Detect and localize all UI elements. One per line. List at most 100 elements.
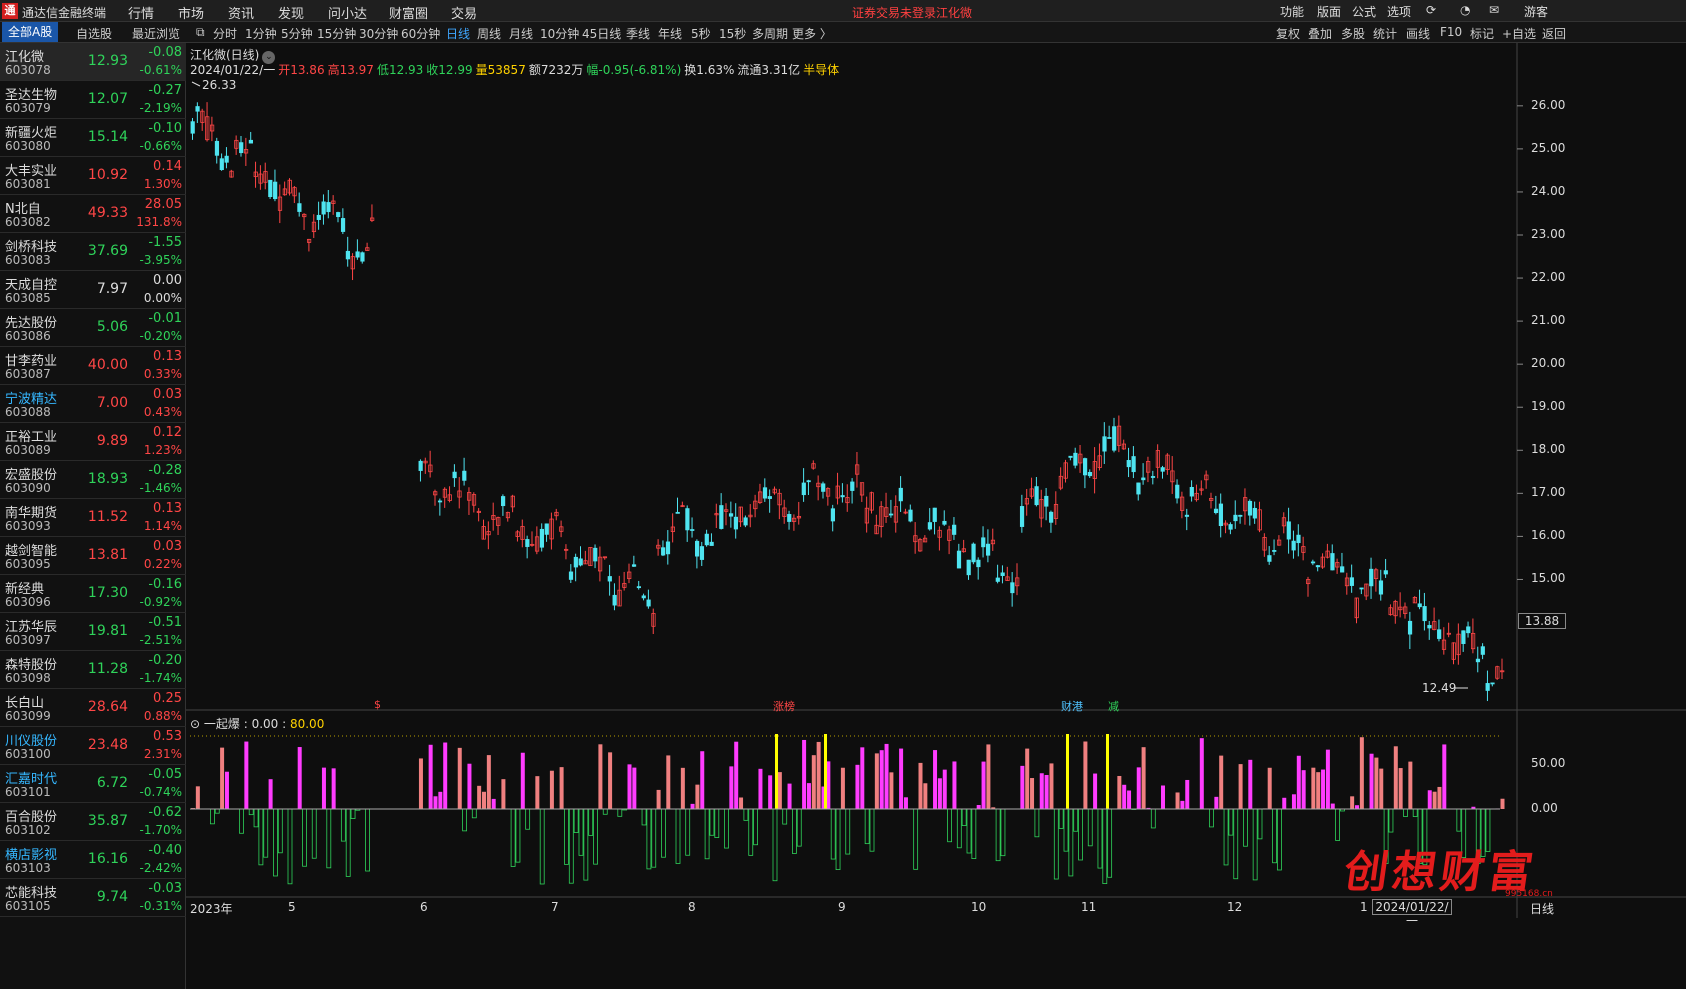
menu-market[interactable]: 行情 (128, 3, 154, 22)
tab-10min[interactable]: 10分钟 (540, 25, 579, 42)
event-flag[interactable]: 减 (1108, 698, 1119, 714)
stock-row[interactable]: 正裕工业 603089 9.89 0.12 1.23% (0, 423, 186, 461)
tab-5min[interactable]: 5分钟 (281, 25, 313, 42)
bottom-period-label[interactable]: 日线 (1530, 900, 1554, 917)
tab-yearly[interactable]: 年线 (658, 25, 682, 42)
indicator-positive-bar (806, 783, 811, 809)
stock-code: 603105 (5, 899, 51, 913)
tab-5sec[interactable]: 5秒 (691, 25, 711, 42)
tool-add-watchlist[interactable]: +自选 (1502, 25, 1536, 42)
tool-restore-rights[interactable]: 复权 (1276, 25, 1300, 42)
mail-icon[interactable]: ✉ (1489, 3, 1499, 17)
chart-settings-icon[interactable]: ⧉ (196, 25, 205, 40)
price-axis-label: 22.00 (1531, 270, 1566, 285)
stock-row[interactable]: 宁波精达 603088 7.00 0.03 0.43% (0, 385, 186, 423)
tool-back[interactable]: 返回 (1542, 25, 1566, 42)
tab-intraday[interactable]: 分时 (213, 25, 237, 42)
tool-statistics[interactable]: 统计 (1373, 25, 1397, 42)
menu-options[interactable]: 选项 (1387, 3, 1411, 20)
tool-f10[interactable]: F10 (1440, 25, 1462, 39)
tool-multi-stock[interactable]: 多股 (1341, 25, 1365, 42)
menu-trade[interactable]: 交易 (451, 3, 477, 22)
candle-body (850, 481, 855, 491)
tab-15min[interactable]: 15分钟 (317, 25, 356, 42)
candle-body (1383, 570, 1388, 575)
menu-news[interactable]: 资讯 (228, 3, 254, 22)
tab-60min[interactable]: 60分钟 (401, 25, 440, 42)
tab-30min[interactable]: 30分钟 (359, 25, 398, 42)
tab-daily[interactable]: 日线 (446, 25, 470, 42)
menu-function[interactable]: 功能 (1280, 3, 1304, 20)
stock-pct: 0.88% (143, 709, 182, 723)
candle-body (1437, 629, 1442, 639)
login-notice[interactable]: 证券交易未登录 (852, 4, 936, 21)
menu-formula[interactable]: 公式 (1352, 3, 1376, 20)
tool-draw[interactable]: 画线 (1406, 25, 1430, 42)
indicator-name: 一起爆 (203, 717, 240, 731)
tab-watchlist[interactable]: 自选股 (76, 25, 112, 42)
stock-row[interactable]: 横店影视 603103 16.16 -0.40 -2.42% (0, 841, 186, 879)
stock-row[interactable]: 汇嘉时代 603101 6.72 -0.05 -0.74% (0, 765, 186, 803)
menu-wealth[interactable]: 财富圈 (389, 3, 428, 22)
event-flag[interactable]: 财港 (1061, 698, 1083, 714)
stock-row[interactable]: 天成自控 603085 7.97 0.00 0.00% (0, 271, 186, 309)
stock-row[interactable]: 川仪股份 603100 23.48 0.53 2.31% (0, 727, 186, 765)
indicator-positive-bar (690, 803, 695, 809)
stock-row[interactable]: 江化微 603078 12.93 -0.08 -0.61% (0, 43, 186, 81)
stock-row[interactable]: 先达股份 603086 5.06 -0.01 -0.20% (0, 309, 186, 347)
stock-row[interactable]: 江苏华辰 603097 19.81 -0.51 -2.51% (0, 613, 186, 651)
indicator-axis-label: 50.00 (1531, 756, 1566, 770)
price-axis-label: 16.00 (1531, 528, 1566, 543)
tab-monthly[interactable]: 月线 (509, 25, 533, 42)
menu-ask[interactable]: 问小达 (328, 3, 367, 22)
menu-layout[interactable]: 版面 (1317, 3, 1341, 20)
tool-mark[interactable]: 标记 (1470, 25, 1494, 42)
tool-overlay[interactable]: 叠加 (1308, 25, 1332, 42)
indicator-collapse-icon[interactable]: ⊙ (190, 717, 200, 731)
tab-more[interactable]: 更多 〉 (792, 25, 832, 42)
menu-guest[interactable]: 游客 (1524, 3, 1548, 20)
tab-15sec[interactable]: 15秒 (719, 25, 746, 42)
indicator-negative-bar (588, 808, 594, 836)
stock-row[interactable]: 南华期货 603093 11.52 0.13 1.14% (0, 499, 186, 537)
tab-45day[interactable]: 45日线 (582, 25, 621, 42)
stock-code: 603088 (5, 405, 51, 419)
tab-quarterly[interactable]: 季线 (626, 25, 650, 42)
stock-row[interactable]: 大丰实业 603081 10.92 0.14 1.30% (0, 157, 186, 195)
date-axis-label: 1 (1360, 900, 1368, 914)
indicator-positive-bar (918, 762, 923, 809)
tab-1min[interactable]: 1分钟 (245, 25, 277, 42)
candle-body (544, 523, 549, 535)
stock-row[interactable]: 越剑智能 603095 13.81 0.03 0.22% (0, 537, 186, 575)
bell-icon[interactable]: ◔ (1460, 3, 1470, 17)
tab-all-a-shares[interactable]: 全部A股 (2, 22, 59, 42)
ohlc-sector[interactable]: 半导体 (803, 63, 839, 77)
menu-discover[interactable]: 发现 (278, 3, 304, 22)
stock-row[interactable]: 长白山 603099 28.64 0.25 0.88% (0, 689, 186, 727)
stock-row[interactable]: 圣达生物 603079 12.07 -0.27 -2.19% (0, 81, 186, 119)
tab-weekly[interactable]: 周线 (477, 25, 501, 42)
indicator-negative-bar (573, 808, 579, 833)
stock-row[interactable]: 新疆火炬 603080 15.14 -0.10 -0.66% (0, 119, 186, 157)
stock-code: 603100 (5, 747, 51, 761)
menu-markets[interactable]: 市场 (178, 3, 204, 22)
stock-row[interactable]: 宏盛股份 603090 18.93 -0.28 -1.46% (0, 461, 186, 499)
indicator-negative-bar (646, 808, 652, 870)
stock-row[interactable]: 新经典 603096 17.30 -0.16 -0.92% (0, 575, 186, 613)
event-flag[interactable]: 涨榜 (773, 698, 795, 714)
stock-row[interactable]: 剑桥科技 603083 37.69 -1.55 -3.95% (0, 233, 186, 271)
stock-row[interactable]: 芯能科技 603105 9.74 -0.03 -0.31% (0, 879, 186, 917)
stock-row[interactable]: 百合股份 603102 35.87 -0.62 -1.70% (0, 803, 186, 841)
stock-price: 49.33 (87, 205, 128, 221)
stock-row[interactable]: 甘李药业 603087 40.00 0.13 0.33% (0, 347, 186, 385)
stock-row[interactable]: 森特股份 603098 11.28 -0.20 -1.74% (0, 651, 186, 689)
tab-multi-period[interactable]: 多周期 (752, 25, 788, 42)
event-flag[interactable]: $ (374, 698, 381, 711)
stock-price: 17.30 (87, 585, 128, 601)
refresh-icon[interactable]: ⟳ (1426, 3, 1436, 17)
stock-row[interactable]: N北自 603082 49.33 28.05 131.8% (0, 195, 186, 233)
tab-recent[interactable]: 最近浏览 (132, 25, 180, 42)
candle-body (694, 540, 700, 557)
indicator-positive-bar (598, 744, 603, 809)
stock-code: 603085 (5, 291, 51, 305)
